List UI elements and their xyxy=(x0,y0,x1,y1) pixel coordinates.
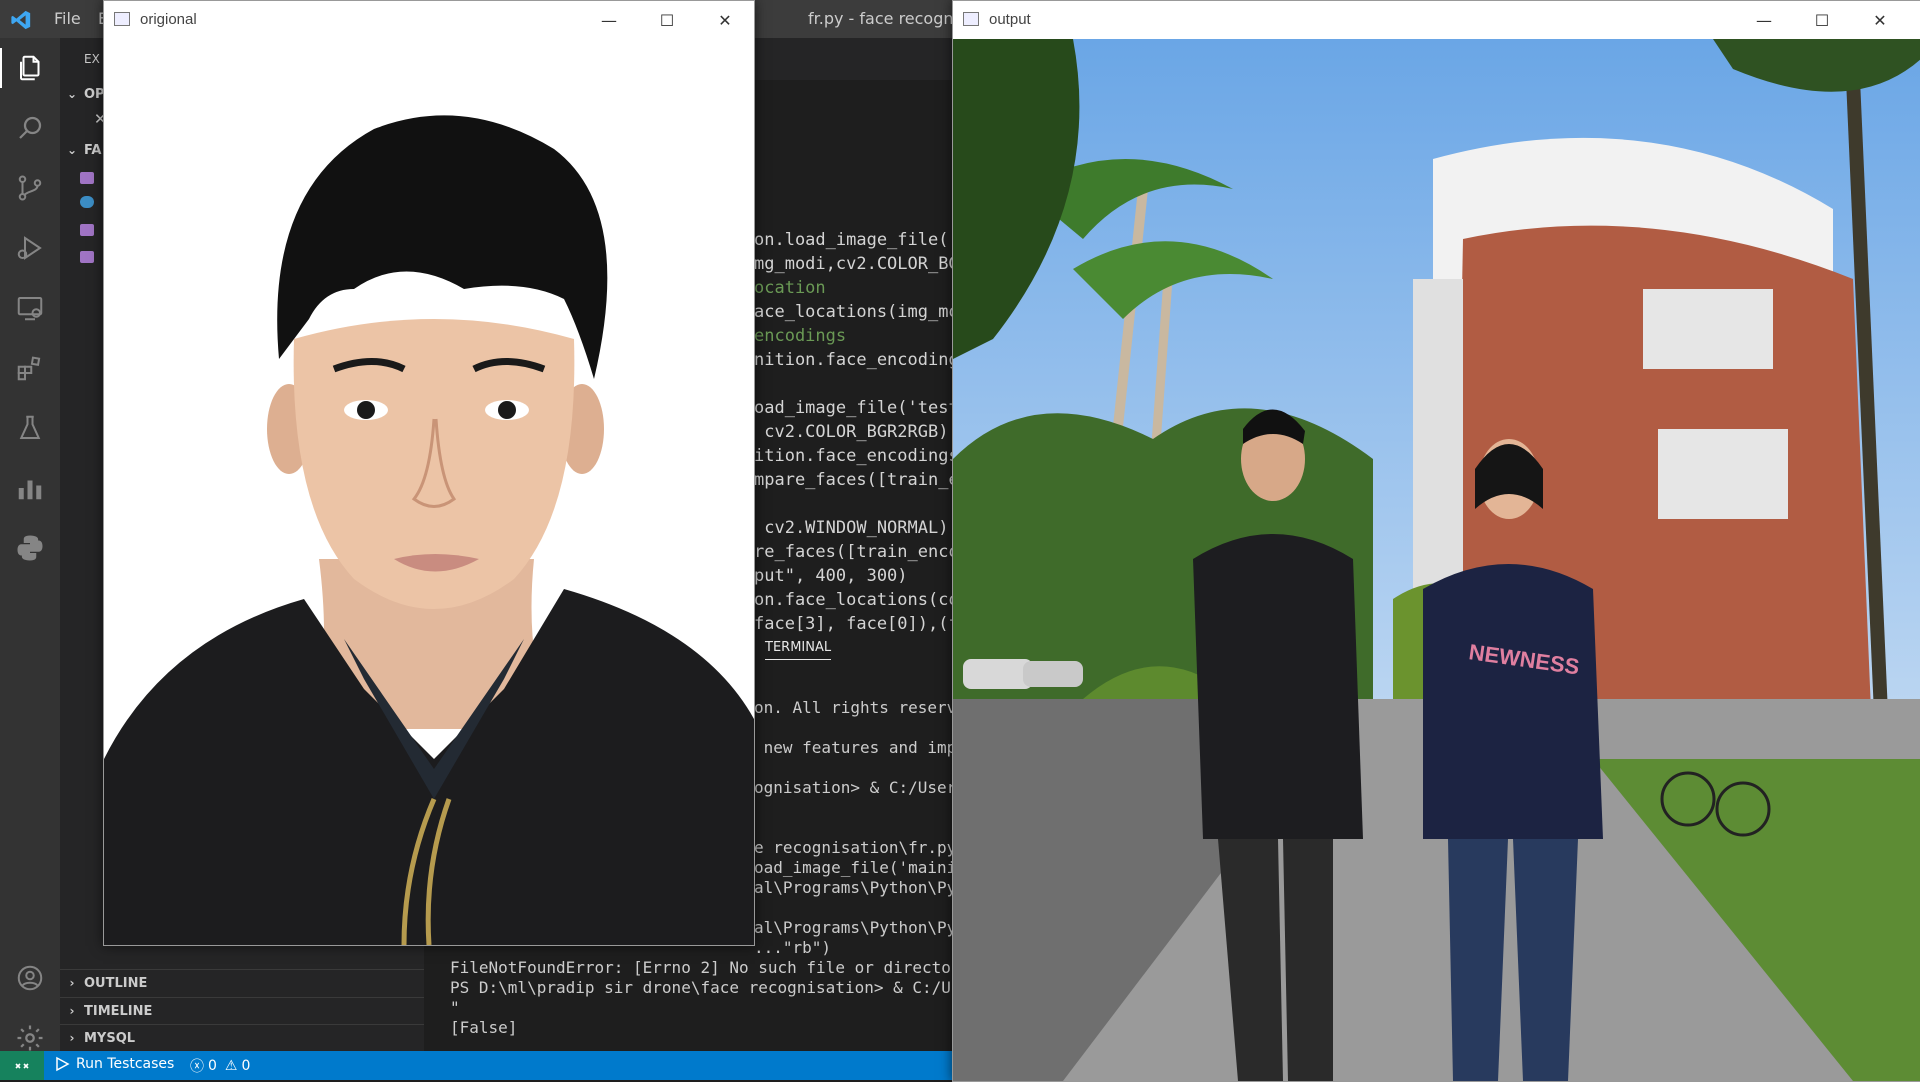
search-icon[interactable] xyxy=(10,108,50,148)
code-line[interactable]: nition.face_encodings xyxy=(754,348,969,372)
chevron-down-icon: ⌄ xyxy=(66,143,78,157)
remote-indicator-icon[interactable] xyxy=(0,1051,44,1080)
timeline-section[interactable]: › TIMELINE xyxy=(60,997,424,1024)
testing-icon[interactable] xyxy=(10,408,50,448)
terminal-line: e recognisation\fr.py" xyxy=(754,838,966,857)
play-icon xyxy=(56,1056,70,1072)
terminal-line: ..."rb") xyxy=(754,938,832,957)
minimize-button[interactable]: — xyxy=(580,1,638,39)
image-file-icon[interactable] xyxy=(80,224,94,236)
terminal-line: PS D:\ml\pradip sir drone\face recognisa… xyxy=(450,978,990,997)
window-titlebar[interactable]: output — ☐ ✕ xyxy=(953,1,1920,40)
python-icon[interactable] xyxy=(10,528,50,568)
terminal-line: oad_image_file('mainimg xyxy=(754,858,976,877)
mysql-section[interactable]: › MYSQL xyxy=(60,1024,424,1051)
explorer-icon[interactable] xyxy=(0,48,60,88)
window-app-icon xyxy=(963,12,979,26)
extensions-icon[interactable] xyxy=(10,348,50,388)
code-line[interactable]: put", 400, 300) xyxy=(754,564,908,588)
tab-terminal[interactable]: TERMINAL xyxy=(765,640,832,660)
maximize-button[interactable]: ☐ xyxy=(638,1,696,39)
explorer-header: EX xyxy=(84,52,100,66)
code-line[interactable]: mpare_faces([train_en xyxy=(754,468,969,492)
account-icon[interactable] xyxy=(10,958,50,998)
window-app-icon xyxy=(114,12,130,26)
code-line[interactable]: encodings xyxy=(754,324,846,348)
portrait-image xyxy=(104,39,754,945)
run-debug-icon[interactable] xyxy=(10,228,50,268)
remote-explorer-icon[interactable] xyxy=(10,288,50,328)
code-line[interactable]: on.face_locations(cop xyxy=(754,588,969,612)
chevron-right-icon: › xyxy=(69,1031,75,1045)
warning-count: 0 xyxy=(241,1058,251,1074)
terminal-line: FileNotFoundError: [Errno 2] No such fil… xyxy=(450,958,980,977)
terminal-line: al\Programs\Python\Pyth xyxy=(754,918,976,937)
vscode-logo-icon xyxy=(11,10,31,30)
outline-section[interactable]: › OUTLINE xyxy=(60,969,424,996)
image-file-icon[interactable] xyxy=(80,172,94,184)
code-line[interactable]: oad_image_file('testi xyxy=(754,396,969,420)
menu-file[interactable]: File xyxy=(54,9,81,28)
code-line[interactable]: re_faces([train_encod xyxy=(754,540,969,564)
run-testcases-label: Run Testcases xyxy=(76,1056,175,1072)
output-image-window[interactable]: output — ☐ ✕ NEWNESS xyxy=(952,0,1920,1082)
code-line[interactable]: on.load_image_file('m xyxy=(754,228,969,252)
window-titlebar[interactable]: origional — ☐ ✕ xyxy=(104,1,754,40)
terminal-line: " xyxy=(450,998,460,1017)
code-line[interactable]: cv2.COLOR_BGR2RGB) xyxy=(754,420,948,444)
problems-indicator[interactable]: ⓧ 0 ⚠ 0 xyxy=(190,1056,250,1076)
maximize-button[interactable]: ☐ xyxy=(1793,1,1851,39)
terminal-line: on. All rights reserved xyxy=(754,698,976,717)
window-title: origional xyxy=(140,11,197,28)
error-icon: ⓧ xyxy=(190,1059,204,1075)
terminal-line: new features and impro xyxy=(754,738,976,757)
campus-photo: NEWNESS xyxy=(953,39,1920,1081)
source-control-icon[interactable] xyxy=(10,168,50,208)
terminal-line: [False] xyxy=(450,1018,518,1037)
terminal-line: al\Programs\Python\Pyth xyxy=(754,878,976,897)
code-line[interactable]: face[3], face[0]),(fa xyxy=(754,612,969,636)
code-line[interactable]: cv2.WINDOW_NORMAL) xyxy=(754,516,948,540)
close-button[interactable]: ✕ xyxy=(1851,1,1909,39)
activity-bar xyxy=(0,38,60,1051)
terminal-line: ognisation> & C:/Users xyxy=(754,778,966,797)
image-file-icon[interactable] xyxy=(80,251,94,263)
run-testcases-button[interactable]: Run Testcases xyxy=(54,1056,174,1072)
code-line[interactable]: ition.face_encodings( xyxy=(754,444,969,468)
close-button[interactable]: ✕ xyxy=(696,1,754,39)
warning-icon: ⚠ xyxy=(224,1058,238,1074)
error-count: 0 xyxy=(208,1058,217,1074)
chart-icon[interactable] xyxy=(10,468,50,508)
chevron-right-icon: › xyxy=(69,976,75,990)
code-line[interactable]: ocation xyxy=(754,276,826,300)
minimize-button[interactable]: — xyxy=(1735,1,1793,39)
code-line[interactable]: ace_locations(img_mod xyxy=(754,300,969,324)
original-image-window[interactable]: origional — ☐ ✕ xyxy=(103,0,755,946)
python-file-icon[interactable] xyxy=(80,196,94,208)
chevron-right-icon: › xyxy=(69,1004,75,1018)
code-line[interactable]: mg_modi,cv2.COLOR_BGR xyxy=(754,252,969,276)
chevron-down-icon: ⌄ xyxy=(66,87,78,101)
window-title: output xyxy=(989,11,1031,28)
